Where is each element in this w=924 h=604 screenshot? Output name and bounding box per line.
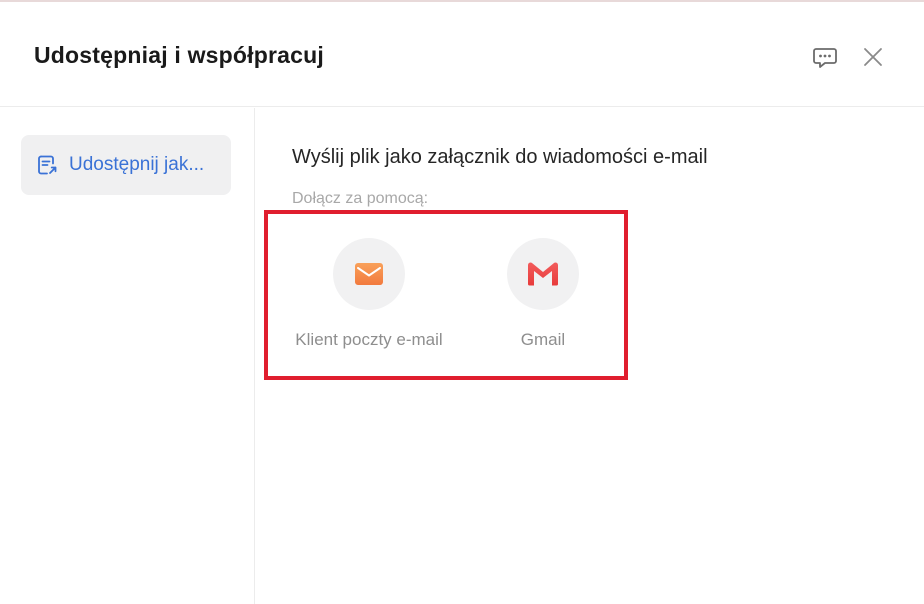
close-button[interactable] [856, 40, 890, 74]
close-icon [864, 48, 882, 66]
gmail-icon [528, 262, 558, 286]
envelope-icon [355, 263, 383, 285]
email-client-label: Klient poczty e-mail [295, 330, 443, 349]
feedback-button[interactable] [808, 40, 842, 74]
gmail-circle [507, 238, 579, 310]
email-client-option[interactable]: Klient poczty e-mail [279, 238, 459, 350]
main-panel: Wyślij plik jako załącznik do wiadomości… [256, 108, 924, 604]
sidebar: Udostępnij jak... [0, 108, 255, 604]
sidebar-item-share-as[interactable]: Udostępnij jak... [21, 135, 231, 195]
share-dialog: Udostępniaj i współpracuj Udostępnij jak… [0, 0, 924, 604]
attach-with-label: Dołącz za pomocą: [292, 190, 429, 207]
gmail-option[interactable]: Gmail [453, 238, 633, 350]
dialog-header: Udostępniaj i współpracuj [0, 2, 924, 107]
section-heading: Wyślij plik jako załącznik do wiadomości… [292, 146, 708, 168]
share-file-icon [37, 154, 59, 176]
email-client-circle [333, 238, 405, 310]
chat-feedback-icon [813, 48, 837, 68]
dialog-title: Udostępniaj i współpracuj [34, 42, 324, 68]
sidebar-item-label: Udostępnij jak... [69, 154, 205, 175]
gmail-label: Gmail [520, 330, 566, 349]
